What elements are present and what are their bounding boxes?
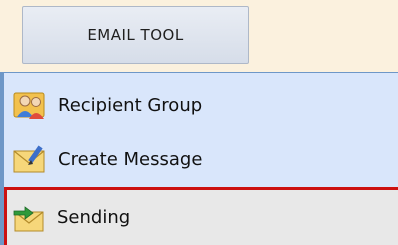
- menu-item-label: Recipient Group: [58, 94, 203, 116]
- menu-item-label: Sending: [57, 207, 131, 228]
- header-band: EMAIL TOOL: [0, 0, 398, 72]
- menu-item-create-message[interactable]: Create Message: [4, 141, 398, 177]
- email-tool-menu: Recipient Group Create Message Sending: [0, 72, 398, 245]
- menu-item-recipient-group[interactable]: Recipient Group: [4, 87, 398, 123]
- menu-item-label: Create Message: [58, 148, 203, 170]
- tab-label: EMAIL TOOL: [87, 26, 184, 44]
- menu-item-sending[interactable]: Sending: [4, 187, 398, 245]
- tab-email-tool[interactable]: EMAIL TOOL: [22, 6, 249, 64]
- send-envelope-icon: [13, 205, 44, 231]
- group-users-icon: [13, 92, 45, 119]
- compose-envelope-icon: [13, 145, 45, 173]
